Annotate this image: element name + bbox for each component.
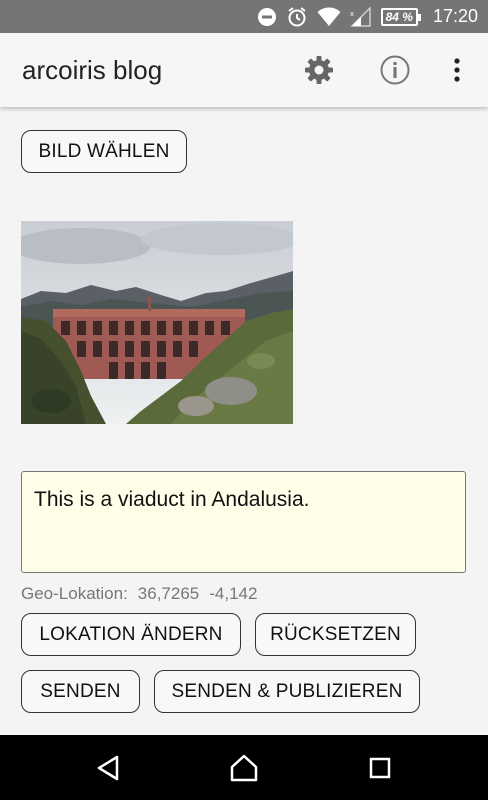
wifi-icon bbox=[317, 7, 341, 27]
reset-button[interactable]: RÜCKSETZEN bbox=[255, 613, 416, 656]
alarm-icon bbox=[286, 6, 308, 28]
geo-location-row: Geo-Lokation: 36,7265 -4,142 bbox=[21, 584, 257, 604]
do-not-disturb-icon bbox=[257, 7, 277, 27]
recents-icon[interactable] bbox=[364, 752, 396, 784]
status-icons: x 84 % 17:20 bbox=[257, 0, 478, 33]
geo-longitude: -4,142 bbox=[209, 584, 258, 603]
back-icon[interactable] bbox=[92, 752, 124, 784]
app-bar: arcoiris blog bbox=[0, 33, 488, 107]
geo-location-label: Geo-Lokation: bbox=[21, 584, 128, 603]
status-clock: 17:20 bbox=[432, 6, 478, 26]
more-vert-icon[interactable] bbox=[440, 53, 474, 87]
description-textarea[interactable]: This is a viaduct in Andalusia. bbox=[21, 471, 466, 573]
choose-image-button[interactable]: BILD WÄHLEN bbox=[21, 130, 187, 173]
viaduct-photo bbox=[21, 221, 293, 424]
app-title: arcoiris blog bbox=[22, 55, 163, 85]
send-publish-button[interactable]: SENDEN & PUBLIZIEREN bbox=[154, 670, 420, 713]
status-bar: x 84 % 17:20 bbox=[0, 0, 488, 33]
home-icon[interactable] bbox=[228, 752, 260, 784]
send-button[interactable]: SENDEN bbox=[21, 670, 140, 713]
change-location-button[interactable]: LOKATION ÄNDERN bbox=[21, 613, 241, 656]
settings-icon[interactable] bbox=[302, 53, 336, 87]
navigation-bar bbox=[0, 735, 488, 800]
svg-text:x: x bbox=[350, 10, 354, 18]
main-content: BILD WÄHLEN This is a viaduct in Andalus… bbox=[0, 107, 488, 735]
info-icon[interactable] bbox=[378, 53, 412, 87]
cell-signal-icon: x bbox=[350, 6, 372, 27]
battery-icon: 84 % bbox=[380, 7, 422, 26]
geo-latitude: 36,7265 bbox=[137, 584, 200, 603]
